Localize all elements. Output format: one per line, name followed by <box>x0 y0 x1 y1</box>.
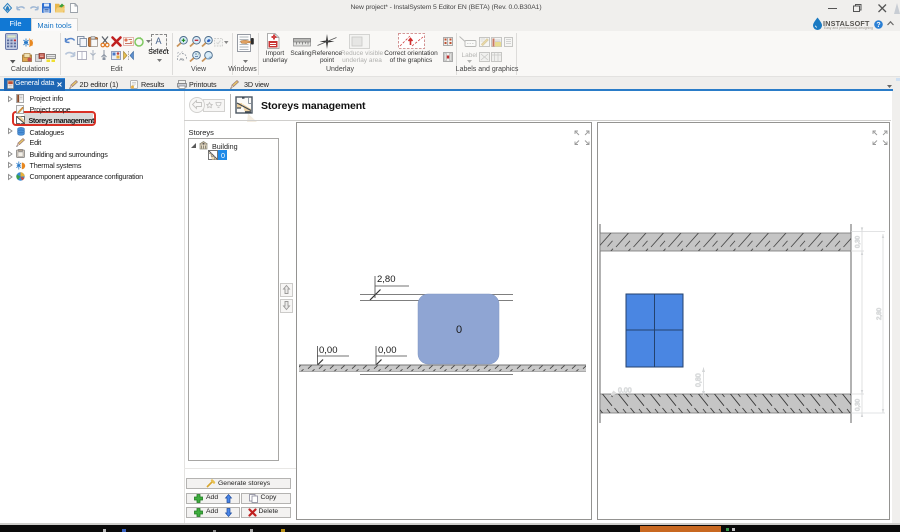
svg-text:0: 0 <box>456 324 462 336</box>
svg-text:0,30: 0,30 <box>855 235 862 248</box>
svg-text:2,80: 2,80 <box>377 274 396 285</box>
svg-text:2,80: 2,80 <box>876 307 883 320</box>
svg-text:0,00: 0,00 <box>618 388 632 395</box>
svg-text:0,30: 0,30 <box>855 398 862 411</box>
svg-text:0,00: 0,00 <box>378 345 397 356</box>
svg-text:0,00: 0,00 <box>319 345 338 356</box>
svg-text:?: ? <box>876 21 880 28</box>
svg-text:0,80: 0,80 <box>696 373 703 387</box>
